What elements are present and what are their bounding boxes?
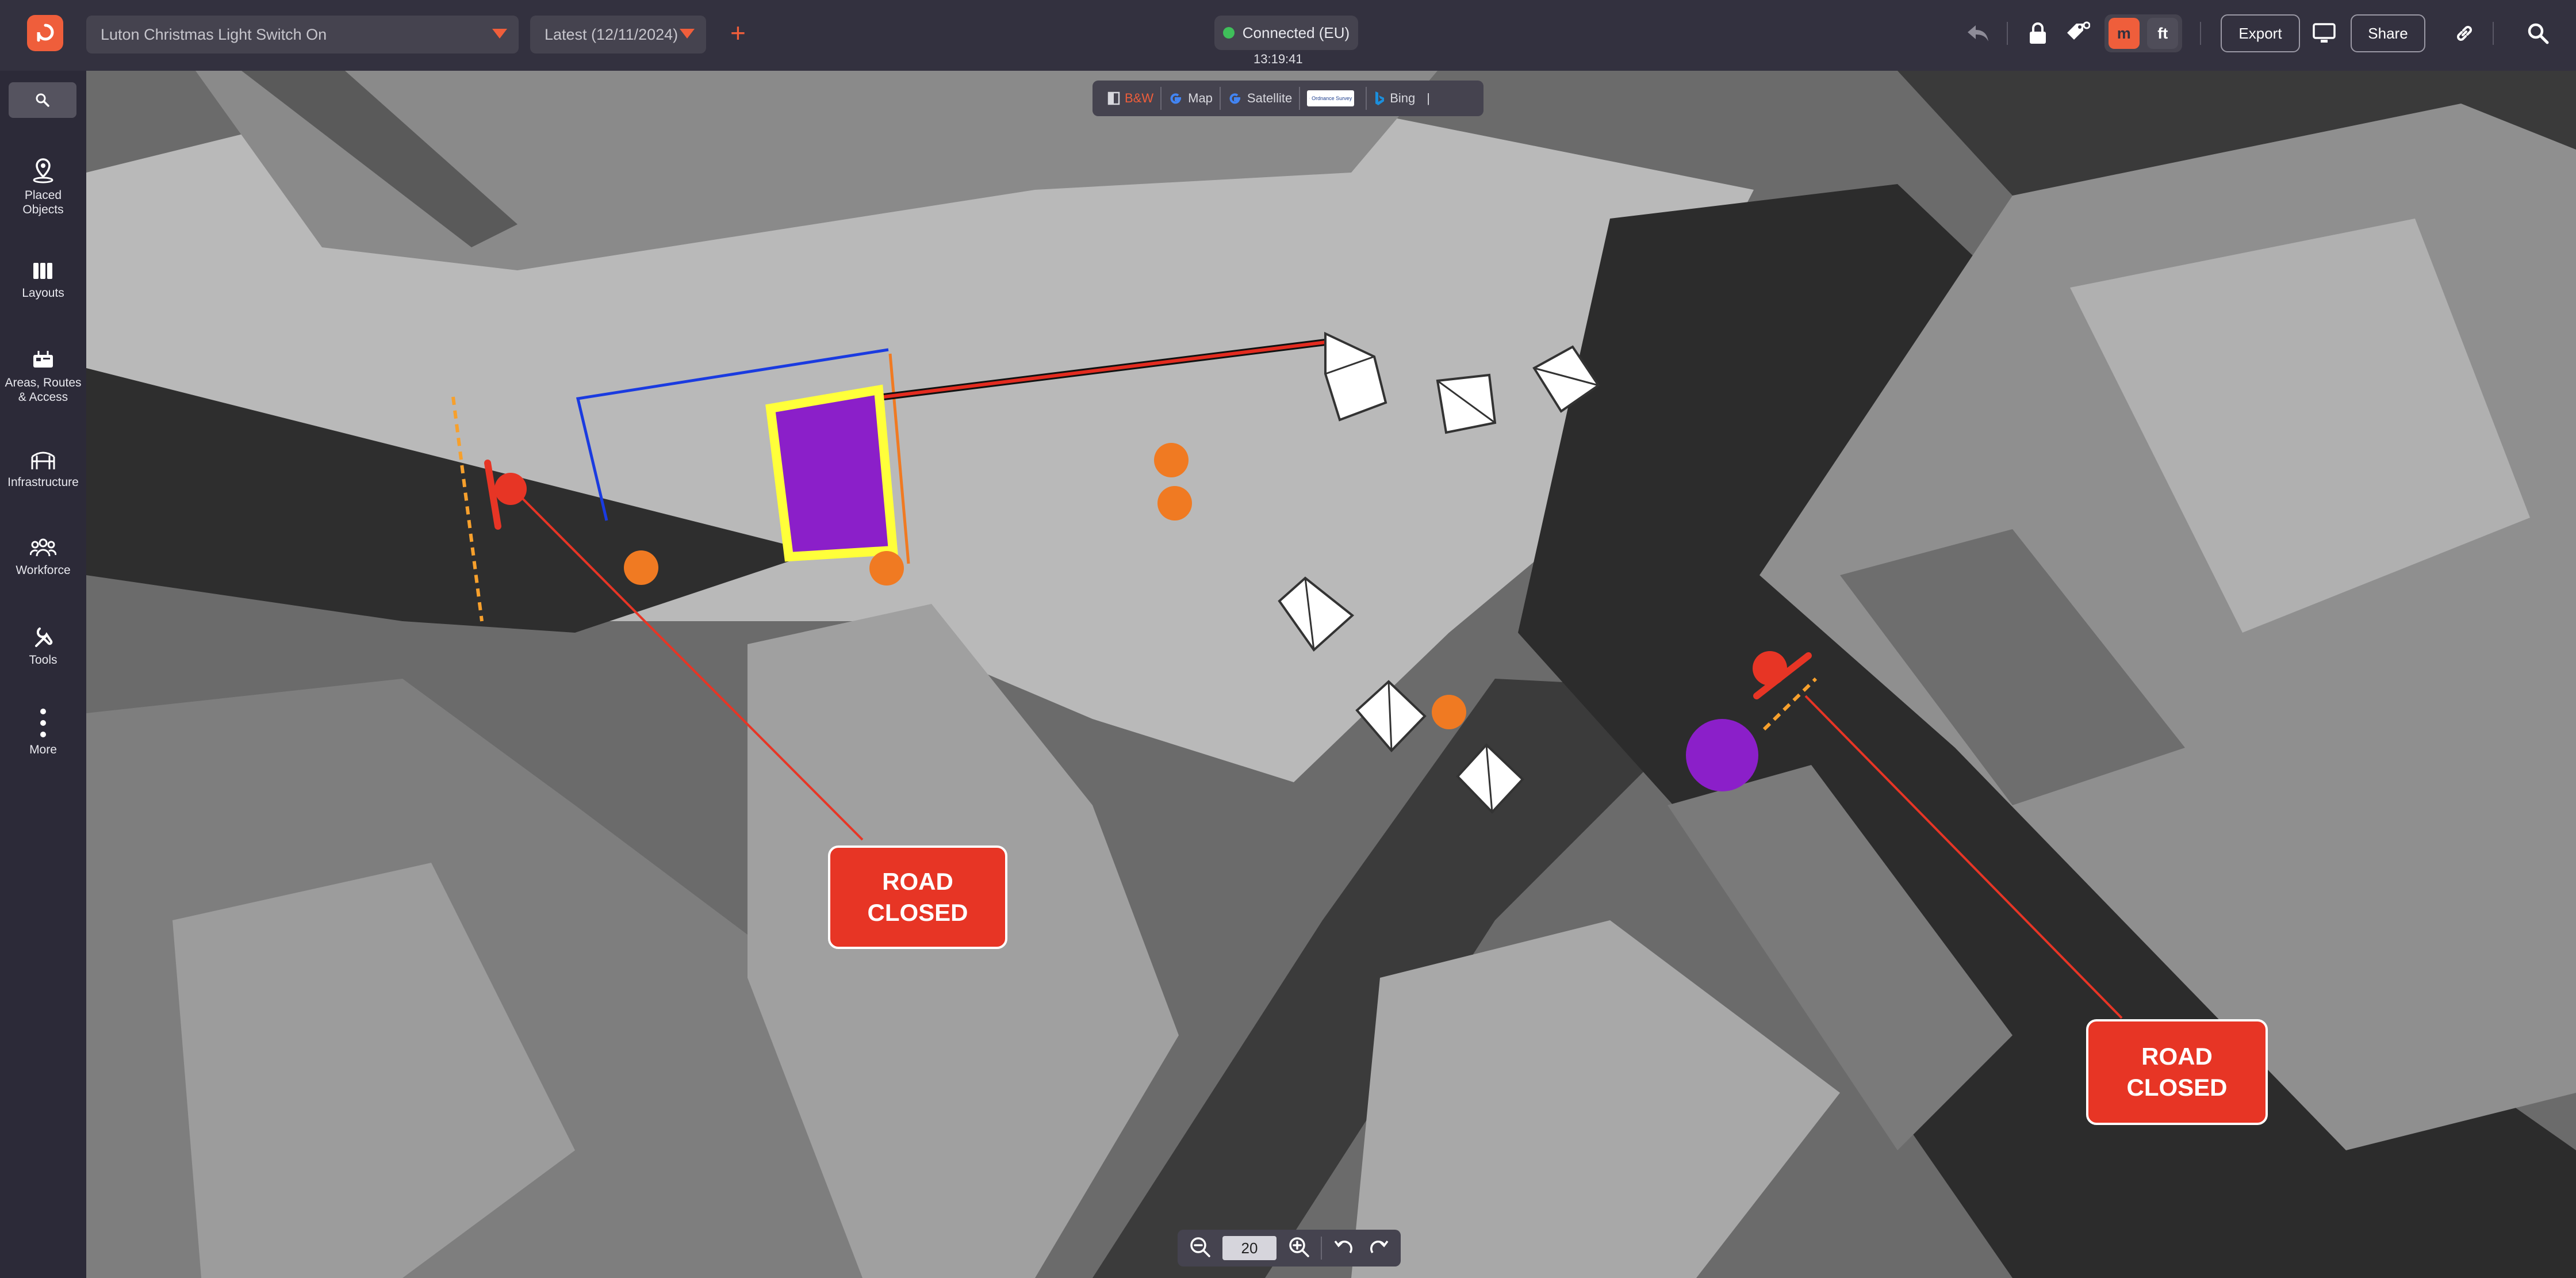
add-version-button[interactable]: + [730, 20, 746, 46]
map-layer-switcher: B&W Map Satellite Ordnance Survey Bing | [1092, 81, 1483, 116]
orange-marker[interactable] [869, 551, 904, 586]
unit-meters-button[interactable]: m [2108, 18, 2140, 49]
sidebar-item-more[interactable]: More [0, 708, 86, 757]
lock-icon[interactable] [2021, 16, 2055, 51]
share-button[interactable]: Share [2351, 14, 2425, 52]
road-closed-sign[interactable]: ROAD CLOSED [828, 845, 1007, 949]
zoom-out-icon[interactable] [1189, 1235, 1212, 1261]
top-bar: Luton Christmas Light Switch On Latest (… [0, 0, 2576, 71]
layer-label: B&W [1125, 91, 1154, 105]
sidebar-item-workforce[interactable]: Workforce [0, 537, 86, 577]
purple-marker[interactable] [1686, 719, 1758, 791]
connection-status: Connected (EU) [1214, 16, 1358, 50]
layer-ordnance-survey[interactable]: Ordnance Survey [1300, 87, 1367, 110]
clock: 13:19:41 [1254, 52, 1303, 66]
project-select[interactable]: Luton Christmas Light Switch On [86, 16, 519, 53]
divider [2007, 22, 2008, 45]
version-select[interactable]: Latest (12/11/2024) [530, 16, 706, 53]
unit-feet-button[interactable]: ft [2147, 18, 2179, 49]
monitor-icon[interactable] [2307, 16, 2341, 51]
layer-label: Satellite [1247, 91, 1293, 105]
routes-icon [33, 351, 53, 368]
layer-label: Bing [1390, 91, 1416, 105]
zoom-controls [1178, 1230, 1401, 1266]
connection-text: Connected (EU) [1242, 24, 1350, 41]
sidebar-item-label: Workforce [16, 564, 71, 577]
divider [2493, 22, 2494, 45]
layer-satellite[interactable]: Satellite [1221, 87, 1301, 110]
sidebar-item-areas-routes[interactable]: Areas, Routes & Access [0, 348, 86, 404]
sidebar-item-label: Areas, Routes & Access [5, 376, 82, 404]
zoom-in-icon[interactable] [1287, 1235, 1310, 1261]
sidebar-item-label: Infrastructure [7, 476, 79, 489]
chevron-down-icon [680, 29, 695, 39]
divider [1321, 1237, 1322, 1260]
ordnance-survey-logo: Ordnance Survey [1307, 90, 1355, 106]
tools-icon [35, 627, 53, 647]
orange-marker[interactable] [1157, 486, 1192, 521]
rotate-right-icon[interactable] [1367, 1235, 1390, 1261]
road-closed-sign[interactable]: ROAD CLOSED [2086, 1019, 2268, 1125]
map-pin-icon [33, 158, 53, 183]
sidebar-item-label: Layouts [22, 286, 64, 300]
tags-icon[interactable] [2060, 16, 2095, 51]
version-label: Latest (12/11/2024) [545, 25, 678, 43]
gazebo-marker[interactable] [1436, 373, 1497, 434]
sidebar-item-layouts[interactable]: Layouts [0, 261, 86, 300]
divider [2200, 22, 2201, 45]
ordnance-survey-text: Ordnance Survey [1312, 95, 1352, 101]
orange-marker[interactable] [624, 550, 658, 585]
app-logo-icon[interactable] [27, 15, 63, 51]
stage[interactable] [765, 384, 898, 562]
layer-label: Map [1188, 91, 1213, 105]
sidebar-item-label: Placed Objects [22, 189, 64, 216]
more-vertical-icon [40, 709, 46, 737]
sidebar-search-button[interactable] [9, 82, 76, 118]
search-icon[interactable] [2521, 16, 2555, 51]
search-icon [36, 93, 49, 107]
google-icon [1228, 91, 1243, 106]
layer-bw[interactable]: B&W [1101, 87, 1162, 110]
bing-icon [1374, 90, 1385, 106]
zoom-level-input[interactable] [1222, 1236, 1276, 1260]
chevron-down-icon [492, 29, 507, 39]
project-name: Luton Christmas Light Switch On [101, 25, 327, 43]
sidebar-item-tools[interactable]: Tools [0, 624, 86, 667]
google-icon [1168, 91, 1183, 106]
layer-map[interactable]: Map [1162, 87, 1221, 110]
sidebar-item-placed-objects[interactable]: Placed Objects [0, 157, 86, 217]
sidebar: Placed Objects Layouts Areas, Routes & A… [0, 71, 86, 1278]
sidebar-item-infrastructure[interactable]: Infrastructure [0, 447, 86, 489]
infrastructure-icon [31, 451, 55, 469]
layer-bing[interactable]: Bing | [1367, 87, 1437, 110]
layer-divider-icon: | [1427, 91, 1430, 105]
status-dot-icon [1222, 27, 1235, 39]
workforce-icon [30, 538, 56, 557]
sidebar-item-label: Tools [29, 653, 57, 667]
orange-marker[interactable] [1432, 695, 1466, 729]
layouts-icon [33, 263, 52, 279]
link-icon[interactable] [2447, 16, 2482, 51]
export-button[interactable]: Export [2221, 14, 2300, 52]
undo-icon[interactable] [1961, 16, 1995, 51]
rotate-left-icon[interactable] [1333, 1235, 1356, 1261]
sidebar-item-label: More [29, 743, 57, 756]
unit-toggle: m ft [2104, 14, 2182, 52]
bw-map-icon [1107, 91, 1120, 105]
orange-marker[interactable] [1154, 443, 1189, 477]
